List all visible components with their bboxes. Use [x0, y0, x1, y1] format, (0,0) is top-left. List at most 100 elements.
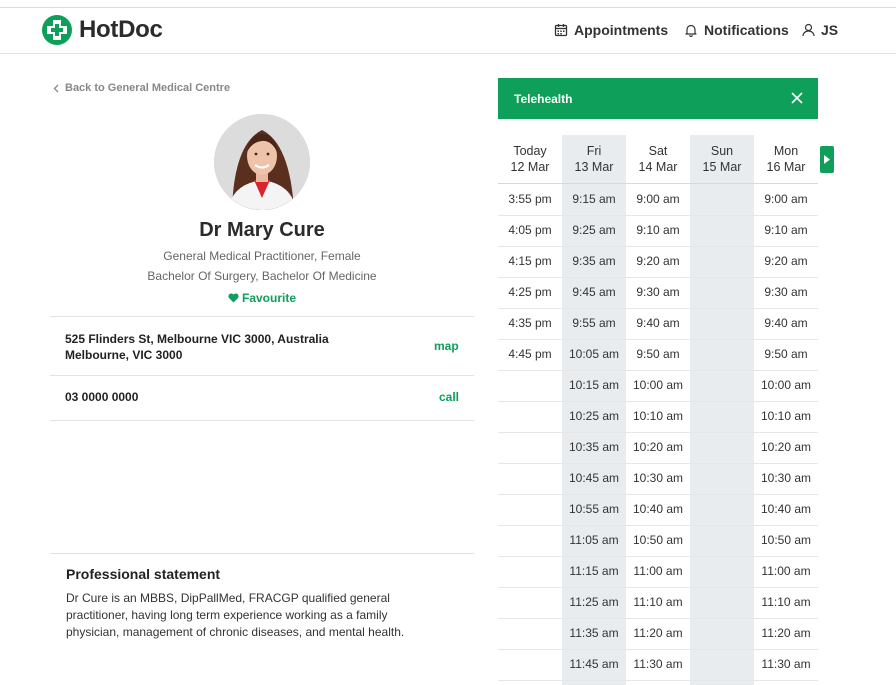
- close-icon: [791, 92, 803, 104]
- time-slot[interactable]: 9:50 am: [626, 339, 690, 370]
- time-slot[interactable]: 11:00 am: [626, 556, 690, 587]
- time-slot[interactable]: 9:25 am: [562, 215, 626, 246]
- time-slot[interactable]: 4:15 pm: [498, 246, 562, 277]
- row-divider: [498, 401, 818, 402]
- time-slot[interactable]: 10:50 am: [754, 525, 818, 556]
- time-slot[interactable]: 11:00 am: [754, 556, 818, 587]
- statement-title: Professional statement: [66, 566, 221, 582]
- time-slot[interactable]: 10:55 am: [562, 494, 626, 525]
- time-slot[interactable]: 9:45 am: [562, 277, 626, 308]
- time-slot[interactable]: 10:25 am: [562, 401, 626, 432]
- time-slot[interactable]: 11:15 am: [562, 556, 626, 587]
- time-slot[interactable]: 10:00 am: [754, 370, 818, 401]
- day-date: 13 Mar: [574, 160, 614, 174]
- time-slot[interactable]: 4:25 pm: [498, 277, 562, 308]
- telehealth-banner: Telehealth: [498, 78, 818, 119]
- time-slot[interactable]: 9:00 am: [754, 184, 818, 215]
- time-slot[interactable]: 10:30 am: [754, 463, 818, 494]
- time-slot[interactable]: 11:05 am: [562, 525, 626, 556]
- time-slot[interactable]: 10:30 am: [626, 463, 690, 494]
- time-slot[interactable]: 11:25 am: [562, 587, 626, 618]
- app-header: HotDoc Appointments Notifications JS: [0, 8, 896, 54]
- chevron-left-icon: [53, 84, 59, 92]
- day-date: 15 Mar: [702, 160, 742, 174]
- nav-appointments-label: Appointments: [574, 22, 669, 38]
- time-slot[interactable]: 9:10 am: [626, 215, 690, 246]
- back-link[interactable]: Back to General Medical Centre: [53, 82, 230, 94]
- day-header: Sun 15 Mar: [690, 143, 754, 175]
- time-slot[interactable]: 11:30 am: [626, 649, 690, 680]
- map-link[interactable]: map: [434, 339, 459, 353]
- time-slot[interactable]: 10:20 am: [626, 432, 690, 463]
- hotdoc-cross-icon: [42, 15, 72, 45]
- time-slot[interactable]: 10:20 am: [754, 432, 818, 463]
- time-slot[interactable]: 11:10 am: [626, 587, 690, 618]
- time-slot[interactable]: 9:10 am: [754, 215, 818, 246]
- time-slot[interactable]: 11:20 am: [626, 618, 690, 649]
- row-divider: [498, 494, 818, 495]
- time-slot[interactable]: 11:45 am: [562, 649, 626, 680]
- time-slot[interactable]: 4:05 pm: [498, 215, 562, 246]
- address-line-2: Melbourne, VIC 3000: [65, 348, 183, 362]
- time-slot[interactable]: 11:10 am: [754, 587, 818, 618]
- time-slot[interactable]: 9:30 am: [626, 277, 690, 308]
- time-slot[interactable]: 11:35 am: [562, 618, 626, 649]
- day-name: Sun: [710, 144, 734, 158]
- day-date: 14 Mar: [638, 160, 678, 174]
- browser-top-edge: [0, 0, 896, 8]
- time-slot[interactable]: 4:35 pm: [498, 308, 562, 339]
- time-slot[interactable]: 9:40 am: [754, 308, 818, 339]
- day-name: Mon: [773, 144, 799, 158]
- time-slot[interactable]: 9:55 am: [562, 308, 626, 339]
- nav-notifications[interactable]: Notifications: [684, 22, 789, 38]
- time-slot[interactable]: 10:10 am: [626, 401, 690, 432]
- time-slot[interactable]: 4:45 pm: [498, 339, 562, 370]
- favourite-toggle[interactable]: Favourite: [50, 291, 474, 305]
- time-slot[interactable]: 9:40 am: [626, 308, 690, 339]
- time-slot[interactable]: 10:50 am: [626, 525, 690, 556]
- calendar-icon: [554, 24, 568, 37]
- time-slot[interactable]: 9:15 am: [562, 184, 626, 215]
- close-telehealth-button[interactable]: [790, 91, 804, 110]
- clinic-address: 525 Flinders St, Melbourne VIC 3000, Aus…: [65, 331, 329, 363]
- time-slot[interactable]: 9:30 am: [754, 277, 818, 308]
- time-slot[interactable]: 11:30 am: [754, 649, 818, 680]
- time-slot[interactable]: 9:00 am: [626, 184, 690, 215]
- time-slot[interactable]: 10:15 am: [562, 370, 626, 401]
- time-slot[interactable]: 9:20 am: [754, 246, 818, 277]
- time-slot[interactable]: 9:20 am: [626, 246, 690, 277]
- bell-icon: [685, 24, 697, 37]
- time-slot[interactable]: 10:00 am: [626, 370, 690, 401]
- time-slot[interactable]: 10:35 am: [562, 432, 626, 463]
- call-link[interactable]: call: [439, 390, 459, 404]
- time-slot[interactable]: 9:50 am: [754, 339, 818, 370]
- time-slot[interactable]: 11:20 am: [754, 618, 818, 649]
- time-slot[interactable]: 10:10 am: [754, 401, 818, 432]
- row-divider: [498, 339, 818, 340]
- row-divider: [498, 246, 818, 247]
- row-divider: [498, 308, 818, 309]
- telehealth-label: Telehealth: [514, 92, 573, 106]
- row-divider: [498, 432, 818, 433]
- day-name: Sat: [648, 144, 668, 158]
- row-divider: [498, 277, 818, 278]
- day-date: 16 Mar: [766, 160, 806, 174]
- time-slot[interactable]: 9:35 am: [562, 246, 626, 277]
- day-column-today: Today 12 Mar 3:55 pm 4:05 pm 4:15 pm 4:25 pm 4…: [498, 135, 562, 685]
- hotdoc-logo[interactable]: HotDoc: [41, 14, 163, 46]
- row-divider: [498, 215, 818, 216]
- divider: [50, 420, 474, 421]
- nav-notifications-label: Notifications: [704, 22, 789, 38]
- favourite-label: Favourite: [241, 291, 296, 305]
- time-slot[interactable]: 3:55 pm: [498, 184, 562, 215]
- nav-appointments[interactable]: Appointments: [554, 22, 668, 38]
- doctor-portrait: [214, 114, 310, 210]
- row-divider: [498, 370, 818, 371]
- nav-user-menu[interactable]: JS: [802, 22, 838, 38]
- next-week-button[interactable]: [820, 146, 834, 173]
- heart-icon: [228, 293, 239, 303]
- time-slot[interactable]: 10:40 am: [754, 494, 818, 525]
- time-slot[interactable]: 10:40 am: [626, 494, 690, 525]
- time-slot[interactable]: 10:45 am: [562, 463, 626, 494]
- time-slot[interactable]: 10:05 am: [562, 339, 626, 370]
